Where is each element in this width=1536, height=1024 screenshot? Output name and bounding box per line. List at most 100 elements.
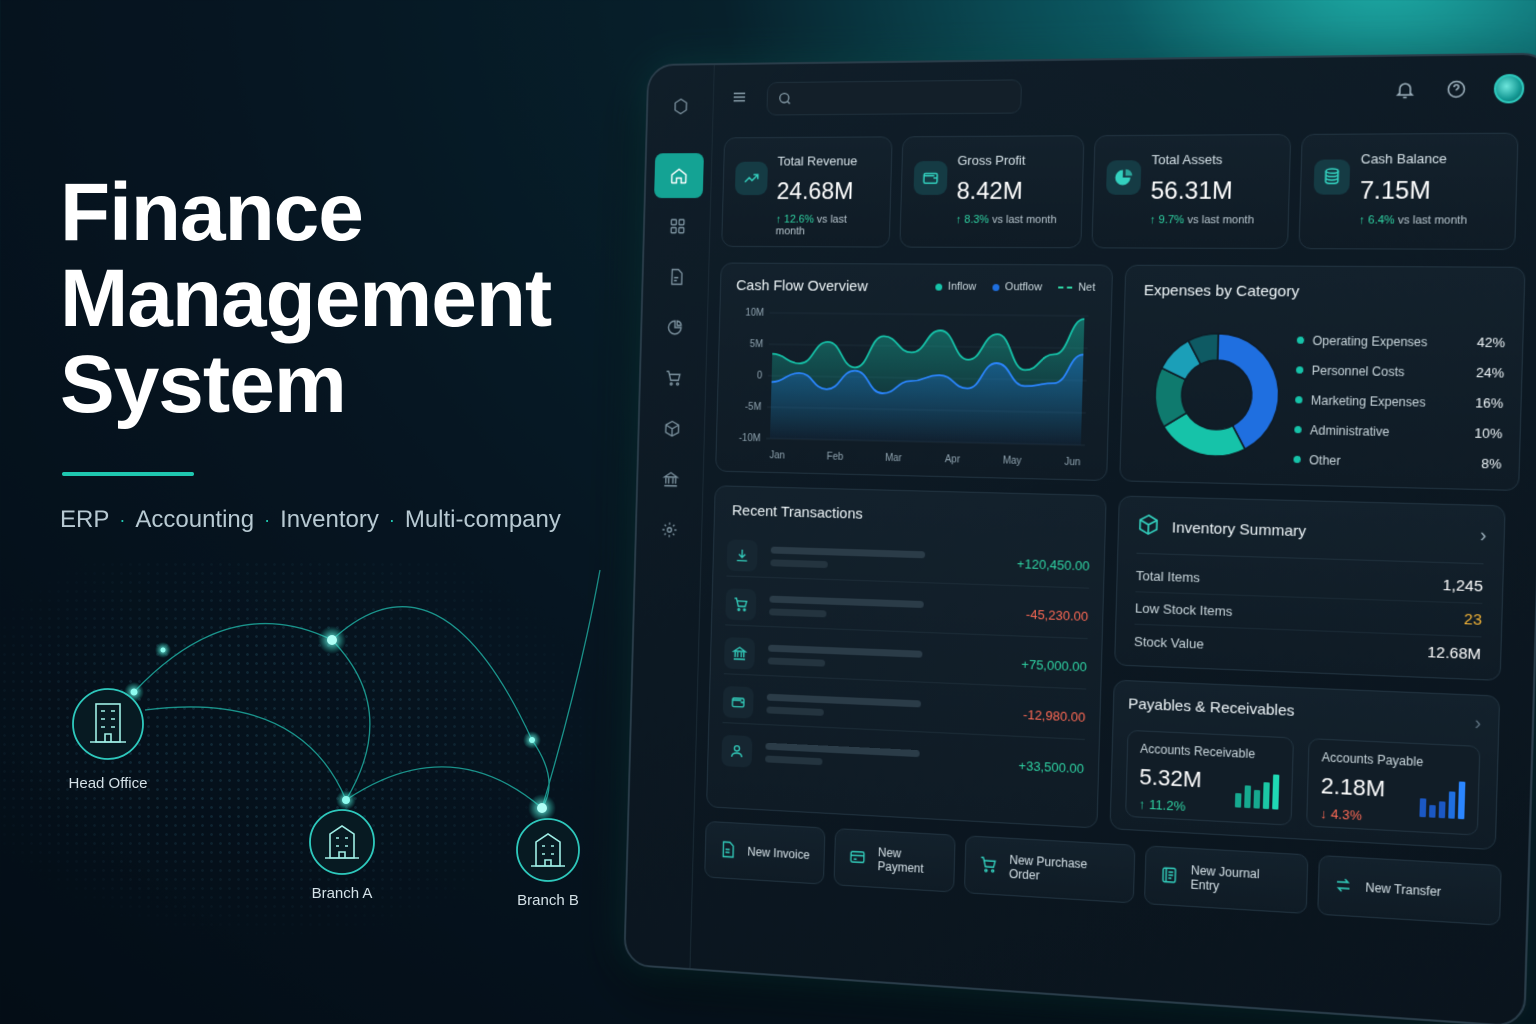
new-purchase-order-button[interactable]: New Purchase Order [963,835,1136,904]
x-tick-label: Jun [1064,457,1080,469]
dashboard-device: Total Revenue 24.68M ↑ 12.6% vs last mon… [600,40,1536,1024]
sidebar-item-purchases[interactable] [648,355,698,401]
branch-b-label: Branch B [517,892,579,909]
download-icon [726,538,758,572]
sidebar [625,65,715,969]
hero-tags: ERP · Accounting · Inventory · Multi-com… [60,506,620,534]
transaction-amount: -45,230.00 [1025,606,1089,624]
table-row[interactable]: -45,230.00 [725,582,1089,640]
new-payment-button[interactable]: New Payment [833,828,956,893]
home-icon [669,166,688,186]
user-icon [721,734,753,768]
legend-inflow[interactable]: Inflow [935,281,976,293]
table-row[interactable]: +33,500.00 [721,729,1084,790]
hero: Finance Management System ERP · Accounti… [60,170,620,534]
legend-dot [1296,336,1305,344]
expense-row-operating: Operating Expenses 42% [1296,332,1505,350]
inventory-summary-card[interactable]: Inventory Summary › Total Items 1,245 Low… [1114,495,1506,681]
invoice-icon [719,840,737,861]
x-tick-label: Mar [885,453,903,465]
legend-outflow[interactable]: Outflow [991,281,1042,293]
new-transfer-button[interactable]: New Transfer [1317,854,1502,926]
accounts-receivable-box[interactable]: Accounts Receivable 5.32M ↑ 11.2% [1125,729,1294,826]
arrow-up-icon: ↑ [1138,796,1146,812]
bell-icon [1394,79,1416,100]
transaction-amount: +120,450.00 [1016,556,1090,574]
expenses-donut-chart [1143,323,1291,468]
payables-receivables-card[interactable]: Payables & Receivables › Accounts Receiv… [1109,679,1501,851]
transaction-description-placeholder [770,546,1017,574]
avatar[interactable] [1493,73,1525,104]
arrow-up-icon: ↑ [955,213,962,226]
new-journal-entry-button[interactable]: New Journal Entry [1143,845,1309,914]
y-tick-label: 0 [757,370,763,381]
head-office-label: Head Office [68,775,148,792]
head-office-node [72,688,144,760]
dashboard-screen: Total Revenue 24.68M ↑ 12.6% vs last mon… [623,52,1536,1024]
logo-icon [669,95,692,119]
table-row[interactable]: +120,450.00 [726,533,1091,589]
table-row[interactable]: +75,000.00 [723,631,1088,690]
sidebar-item-inventory[interactable] [647,406,697,452]
kpi-value: 7.15M [1359,176,1432,205]
wallet-icon [722,685,754,719]
recent-transactions-card: Recent Transactions +120,450.00 -45,230.… [706,485,1107,829]
expenses-title: Expenses by Category [1143,282,1300,301]
accounts-payable-box[interactable]: Accounts Payable 2.18M ↓ 4.3% [1306,738,1481,836]
cart-icon [725,587,757,621]
x-tick-label: Jan [769,450,785,461]
network-glow-points [124,626,556,822]
chevron-right-icon[interactable]: › [1480,525,1487,547]
new-invoice-button[interactable]: New Invoice [704,820,826,885]
menu-icon[interactable] [731,88,749,111]
hero-underline [62,472,194,476]
kpi-card-cash-balance[interactable]: Cash Balance 7.15M ↑ 6.4% vs last month [1298,132,1519,250]
sidebar-item-banking[interactable] [645,456,695,502]
sidebar-item-settings[interactable] [644,507,694,553]
tag-multi-company: Multi-company [404,506,561,533]
cash-flow-card: Cash Flow Overview Inflow Outflow Net 10… [715,262,1114,482]
receivable-title: Accounts Receivable [1139,741,1256,762]
y-tick-label: -5M [745,402,762,413]
transaction-description-placeholder [765,742,1019,775]
notifications-button[interactable] [1391,76,1419,103]
grid-icon [668,217,685,235]
kpi-card-gross-profit[interactable]: Gross Profit 8.42M ↑ 8.3% vs last month [899,135,1085,249]
kpi-title: Gross Profit [957,152,1026,168]
inventory-header: Inventory Summary [1136,513,1485,565]
y-tick-label: 10M [745,308,764,319]
link-arc [345,766,543,809]
kpi-title: Total Revenue [777,153,858,169]
x-tick-label: May [1003,455,1022,467]
search-input[interactable] [799,88,1015,106]
chevron-right-icon[interactable]: › [1474,712,1481,734]
help-icon [1445,79,1467,100]
branch-a-label: Branch A [311,885,373,902]
x-tick-label: Feb [827,451,844,462]
dashboard-content: Total Revenue 24.68M ↑ 12.6% vs last mon… [702,132,1531,1008]
sidebar-item-documents[interactable] [651,254,701,299]
legend-net[interactable]: Net [1058,281,1096,294]
sidebar-item-reports[interactable] [650,305,700,350]
legend-dot [1293,455,1301,464]
legend-dot [1295,366,1304,374]
bank-icon [723,636,756,670]
search-box[interactable] [766,79,1023,116]
pie-chart-icon [1105,160,1142,195]
kpi-card-total-revenue[interactable]: Total Revenue 24.68M ↑ 12.6% vs last mon… [721,136,893,248]
sidebar-item-modules[interactable] [652,204,702,249]
hero-title: Finance Management System [60,167,552,430]
sidebar-item-home[interactable] [653,153,704,199]
search-icon [777,91,793,107]
arrow-up-icon: ↑ [1358,214,1366,227]
tag-separator: · [119,509,126,530]
cart-icon [664,369,681,387]
cart-icon [979,855,997,877]
grid-line [770,313,1089,316]
payable-title: Accounts Payable [1321,750,1424,770]
kpi-value: 56.31M [1150,177,1234,205]
kpi-card-total-assets[interactable]: Total Assets 56.31M ↑ 9.7% vs last month [1091,133,1292,250]
help-button[interactable] [1442,76,1471,103]
kpi-value: 24.68M [776,178,854,205]
arrow-down-icon: ↓ [1319,805,1328,822]
